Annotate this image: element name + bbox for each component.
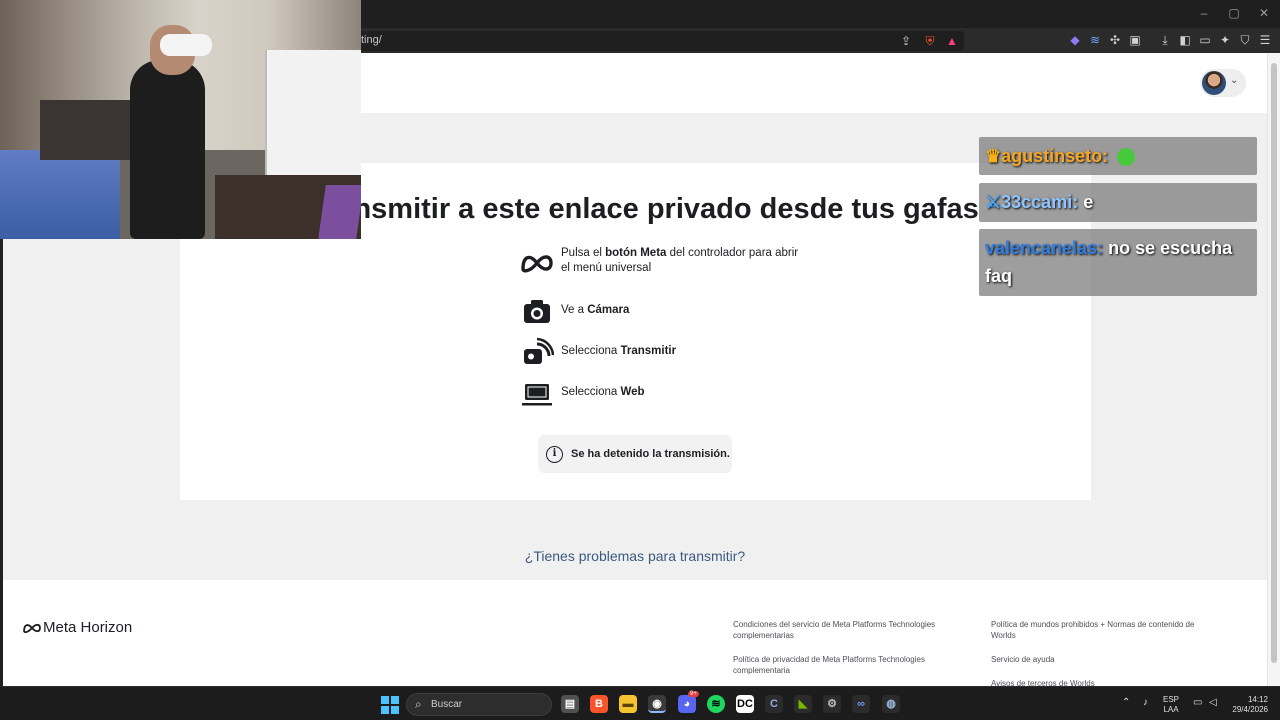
webcam-bed xyxy=(0,150,120,239)
language-indicator[interactable]: ESP LAA xyxy=(1163,695,1179,715)
meta-logo-icon xyxy=(521,255,553,273)
footer: Meta Horizon Condiciones del servicio de… xyxy=(3,580,1267,686)
laptop-icon xyxy=(522,384,552,406)
webcam-person xyxy=(130,60,205,239)
minimize-button[interactable]: – xyxy=(1196,6,1212,20)
chevron-up-icon[interactable]: ⌃ xyxy=(1122,697,1130,708)
chat-username: 33ccami xyxy=(1001,192,1073,212)
brave-shield-icon[interactable]: ⛨ xyxy=(922,33,938,49)
chat-text: e xyxy=(1083,192,1094,212)
cast-icon xyxy=(524,337,554,364)
chat-message: ♛agustinseto: xyxy=(979,137,1257,175)
step-item: Pulsa el botón Meta del controlador para… xyxy=(520,246,820,282)
step-text: Pulsa el botón Meta del controlador para… xyxy=(561,247,799,274)
sidebar-icon[interactable]: ◧ xyxy=(1177,32,1193,48)
step-item: Ve a Cámara xyxy=(520,295,820,331)
url-text[interactable]: ting/ xyxy=(361,34,382,46)
taskbar: ⌕ Buscar ▤ B ▬ ◉ ◕ 9+ ≋ DC C ◣ ⚙ ∞ ◍ ⌃ ♪… xyxy=(0,686,1280,720)
chat-username: valencanelas xyxy=(985,238,1098,258)
chat-username: agustinseto xyxy=(1001,146,1103,166)
app-dc-icon[interactable]: DC xyxy=(736,695,754,713)
page-scrollbar[interactable] xyxy=(1267,53,1280,686)
step-text: Selecciona Transmitir xyxy=(561,345,677,357)
address-bar[interactable]: ting/ ⇪ ⛨ ▲ xyxy=(352,31,964,51)
microphone-icon[interactable]: ♪ xyxy=(1143,697,1148,708)
app-c-icon[interactable]: C xyxy=(765,695,783,713)
chat-message: valencanelas: no se escucha faq xyxy=(979,229,1257,296)
audio-icon[interactable]: ≋ xyxy=(1087,32,1103,48)
extensions-icon[interactable]: ✣ xyxy=(1107,32,1123,48)
search-icon: ⌕ xyxy=(415,697,422,711)
footer-link[interactable]: Avisos de terceros de Worlds xyxy=(991,678,1206,686)
leo-ai-icon[interactable]: ◆ xyxy=(1067,32,1083,48)
footer-link[interactable]: Servicio de ayuda xyxy=(991,654,1206,665)
footer-link[interactable]: Política de privacidad de Meta Platforms… xyxy=(733,654,948,676)
account-menu-button[interactable]: ⌄ xyxy=(1200,69,1246,97)
clock[interactable]: 14:12 29/4/2026 xyxy=(1228,695,1268,715)
chevron-down-icon: ⌄ xyxy=(1230,75,1239,86)
footer-link[interactable]: Condiciones del servicio de Meta Platfor… xyxy=(733,619,948,641)
webcam-laptop xyxy=(318,185,361,239)
info-icon: i xyxy=(546,446,563,463)
taskbar-search[interactable]: ⌕ Buscar xyxy=(406,693,552,716)
brave-rewards-icon[interactable]: ▲ xyxy=(944,33,960,49)
chat-message: ⚔33ccami: e xyxy=(979,183,1257,222)
discord-icon[interactable]: ◕ xyxy=(678,695,696,713)
time-text: 14:12 xyxy=(1247,695,1268,704)
step-text: Ve a Cámara xyxy=(561,304,630,316)
meta-app-icon[interactable]: ∞ xyxy=(852,695,870,713)
wallet-icon[interactable]: ▭ xyxy=(1197,32,1213,48)
step-item: Selecciona Transmitir xyxy=(520,336,820,372)
task-view-icon[interactable]: ▤ xyxy=(561,695,579,713)
vr-headset xyxy=(160,34,212,56)
meta-logo-icon xyxy=(23,623,41,634)
footer-link[interactable]: Política de mundos prohibidos + Normas d… xyxy=(991,619,1206,641)
search-placeholder: Buscar xyxy=(431,699,463,710)
discord-badge: 9+ xyxy=(688,691,699,697)
webcam-overlay xyxy=(0,0,361,239)
obs-icon[interactable]: ◉ xyxy=(648,695,666,713)
app-globe-icon[interactable]: ◍ xyxy=(882,695,900,713)
scroll-thumb[interactable] xyxy=(1271,63,1277,663)
emote-icon xyxy=(1117,148,1136,167)
menu-icon[interactable]: ☰ xyxy=(1257,32,1273,48)
download-icon[interactable]: ⤓ xyxy=(1157,32,1173,48)
crown-icon: ♛ xyxy=(985,146,1002,166)
file-explorer-icon[interactable]: ▬ xyxy=(619,695,637,713)
close-window-button[interactable]: ✕ xyxy=(1256,6,1272,20)
volume-icon[interactable]: ◁ xyxy=(1209,697,1217,708)
sword-icon: ⚔ xyxy=(985,192,1002,212)
avatar xyxy=(1202,71,1226,95)
step-text: Selecciona Web xyxy=(561,386,645,398)
start-button[interactable] xyxy=(381,696,399,714)
date-text: 29/4/2026 xyxy=(1232,705,1268,714)
sparkle-icon[interactable]: ✦ xyxy=(1217,32,1233,48)
layout-text: LAA xyxy=(1163,705,1179,714)
spotify-icon[interactable]: ≋ xyxy=(707,695,725,713)
webcam-shelf xyxy=(40,100,130,160)
share-icon[interactable]: ⇪ xyxy=(898,33,914,49)
logo-text: Meta Horizon xyxy=(43,619,133,636)
language-text: ESP xyxy=(1163,695,1180,704)
settings-icon[interactable]: ⚙ xyxy=(823,695,841,713)
vpn-shield-icon[interactable]: ⛉ xyxy=(1237,32,1253,48)
nvidia-icon[interactable]: ◣ xyxy=(794,695,812,713)
help-link[interactable]: ¿Tienes problemas para transmitir? xyxy=(3,548,1267,564)
status-text: Se ha detenido la transmisión. xyxy=(571,448,730,460)
network-icon[interactable]: ▭ xyxy=(1193,697,1202,708)
maximize-button[interactable]: ▢ xyxy=(1226,6,1242,20)
camera-icon xyxy=(524,300,550,323)
step-item: Selecciona Web xyxy=(520,377,820,413)
screenshot-icon[interactable]: ▣ xyxy=(1127,32,1143,48)
status-message: i Se ha detenido la transmisión. xyxy=(538,435,732,473)
brave-icon[interactable]: B xyxy=(590,695,608,713)
